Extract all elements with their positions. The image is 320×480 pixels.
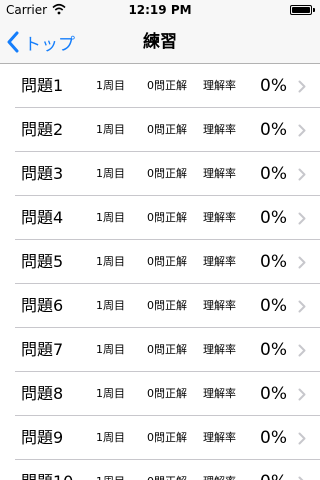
rate-value: 0% <box>260 120 287 140</box>
round-label: 1周目 <box>96 460 125 480</box>
correct-count: 0問正解 <box>147 79 187 92</box>
correct-count: 0問正解 <box>147 387 187 400</box>
correct-count: 0問正解 <box>147 167 187 180</box>
list-item[interactable]: 問題10 1周目 0問正解理解率 0% <box>0 460 320 480</box>
correct-count: 0問正解 <box>147 460 187 480</box>
rate-value: 0% <box>260 384 287 404</box>
correct-count: 0問正解 <box>147 255 187 268</box>
problem-list: 問題1 1周目 0問正解 理解率 0% 問題2 1周目 0問正解 理解率 0% 問題3 1周目 0問正解… <box>0 64 320 480</box>
rate-label: 理解率 <box>203 299 236 312</box>
chevron-right-icon <box>298 240 306 284</box>
rate-value: 0% <box>260 252 287 272</box>
rate-value: 0% <box>260 164 287 184</box>
round-label: 1周目 <box>96 79 125 92</box>
chevron-left-icon <box>7 31 19 53</box>
chevron-right-icon <box>298 284 306 328</box>
correct-count: 0問正解 <box>147 343 187 356</box>
rate-label: 理解率 <box>203 79 236 92</box>
chevron-right-icon <box>298 108 306 152</box>
problem-title: 問題6 <box>21 296 64 315</box>
list-item[interactable]: 問題2 1周目 0問正解 理解率 0% <box>0 108 320 152</box>
chevron-right-icon <box>298 416 306 460</box>
problem-title: 問題4 <box>21 208 64 227</box>
rate-value: 0% <box>260 296 287 316</box>
problem-title: 問題10 <box>21 460 73 480</box>
rate-value: 0% <box>260 208 287 228</box>
back-button[interactable]: トップ <box>6 20 75 64</box>
problem-title: 問題7 <box>21 340 64 359</box>
round-label: 1周目 <box>96 167 125 180</box>
correct-count: 0問正解 <box>147 431 187 444</box>
round-label: 1周目 <box>96 299 125 312</box>
rate-label: 理解率 <box>203 460 236 480</box>
correct-count: 0問正解 <box>147 123 187 136</box>
problem-title: 問題2 <box>21 120 64 139</box>
list-item[interactable]: 問題1 1周目 0問正解 理解率 0% <box>0 64 320 108</box>
round-label: 1周目 <box>96 343 125 356</box>
chevron-right-icon <box>298 372 306 416</box>
rate-value: 0% <box>260 428 287 448</box>
round-label: 1周目 <box>96 255 125 268</box>
rate-label: 理解率 <box>203 211 236 224</box>
list-item[interactable]: 問題8 1周目 0問正解 理解率 0% <box>0 372 320 416</box>
clock: 12:19 PM <box>128 3 192 17</box>
status-bar: Carrier 12:19 PM <box>0 0 320 20</box>
rate-label: 理解率 <box>203 431 236 444</box>
round-label: 1周目 <box>96 211 125 224</box>
chevron-right-icon <box>298 460 306 480</box>
chevron-right-icon <box>298 196 306 240</box>
chevron-right-icon <box>298 328 306 372</box>
navigation-bar: トップ 練習 <box>0 20 320 64</box>
round-label: 1周目 <box>96 387 125 400</box>
rate-value: 0% <box>260 76 287 96</box>
round-label: 1周目 <box>96 431 125 444</box>
battery-icon <box>290 5 315 15</box>
list-item[interactable]: 問題7 1周目 0問正解 理解率 0% <box>0 328 320 372</box>
problem-title: 問題9 <box>21 428 64 447</box>
correct-count: 0問正解 <box>147 299 187 312</box>
rate-label: 理解率 <box>203 387 236 400</box>
list-item[interactable]: 問題5 1周目 0問正解 理解率 0% <box>0 240 320 284</box>
back-button-label: トップ <box>24 34 75 55</box>
list-item[interactable]: 問題3 1周目 0問正解 理解率 0% <box>0 152 320 196</box>
rate-label: 理解率 <box>203 255 236 268</box>
rate-label: 理解率 <box>203 123 236 136</box>
rate-value: 0% <box>260 340 287 360</box>
rate-label: 理解率 <box>203 167 236 180</box>
rate-value: 0% <box>260 460 287 480</box>
chevron-right-icon <box>298 152 306 196</box>
correct-count: 0問正解 <box>147 211 187 224</box>
list-item[interactable]: 問題6 1周目 0問正解 理解率 0% <box>0 284 320 328</box>
round-label: 1周目 <box>96 123 125 136</box>
problem-title: 問題3 <box>21 164 64 183</box>
problem-title: 問題1 <box>21 76 64 95</box>
problem-title: 問題8 <box>21 384 64 403</box>
list-item[interactable]: 問題4 1周目 0問正解 理解率 0% <box>0 196 320 240</box>
rate-label: 理解率 <box>203 343 236 356</box>
problem-title: 問題5 <box>21 252 64 271</box>
chevron-right-icon <box>298 64 306 108</box>
list-item[interactable]: 問題9 1周目 0問正解 理解率 0% <box>0 416 320 460</box>
